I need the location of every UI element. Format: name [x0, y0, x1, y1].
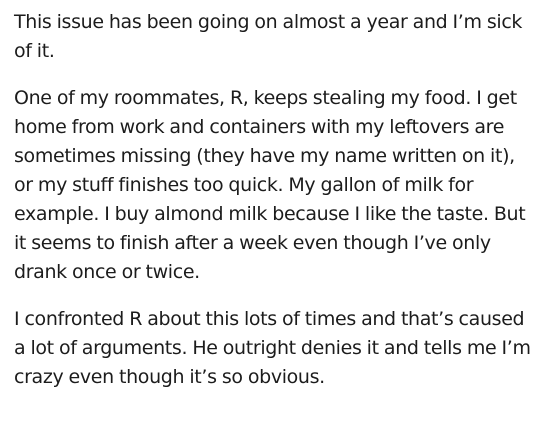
paragraph-confrontation: I confronted R about this lots of times …: [14, 308, 531, 388]
paragraph-food-stealing: One of my roommates, R, keeps stealing m…: [14, 87, 526, 283]
paragraph-intro: This issue has been going on almost a ye…: [14, 11, 523, 62]
post-body: This issue has been going on almost a ye…: [0, 0, 545, 392]
